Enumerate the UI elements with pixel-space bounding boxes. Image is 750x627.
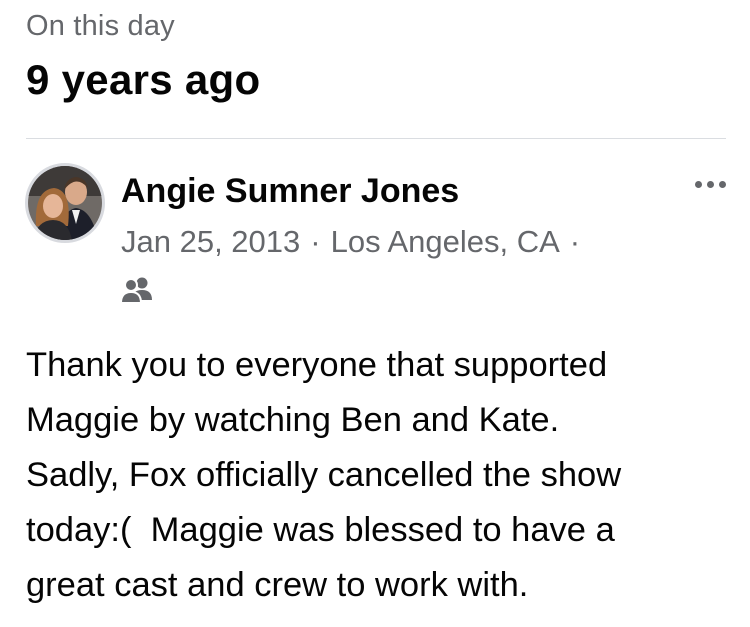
divider	[26, 138, 726, 139]
post-body-line: Thank you to everyone that supported	[26, 346, 608, 384]
meta-separator-trailing: ·	[569, 224, 581, 259]
more-dot	[718, 180, 726, 188]
post-location[interactable]: Los Angeles, CA	[331, 224, 560, 259]
post-date[interactable]: Jan 25, 2013	[121, 224, 300, 259]
post-body: Thank you to everyone that supported Mag…	[26, 338, 730, 613]
post-meta: Jan 25, 2013 · Los Angeles, CA ·	[121, 224, 590, 260]
post-body-line: Maggie by watching Ben and Kate.	[26, 401, 560, 439]
author-name[interactable]: Angie Sumner Jones	[121, 172, 459, 211]
more-dot	[694, 180, 702, 188]
more-dot	[706, 180, 714, 188]
memories-title: 9 years ago	[26, 56, 261, 103]
friends-icon[interactable]	[119, 276, 154, 304]
more-options-icon[interactable]	[688, 168, 732, 200]
post-body-line: today:( Maggie was blessed to have a	[26, 511, 615, 549]
meta-separator: ·	[310, 224, 321, 259]
author-avatar[interactable]	[25, 163, 105, 243]
memories-label: On this day	[26, 10, 175, 42]
post-body-line: Sadly, Fox officially cancelled the show	[26, 456, 622, 494]
post-body-line: great cast and crew to work with.	[26, 566, 529, 604]
